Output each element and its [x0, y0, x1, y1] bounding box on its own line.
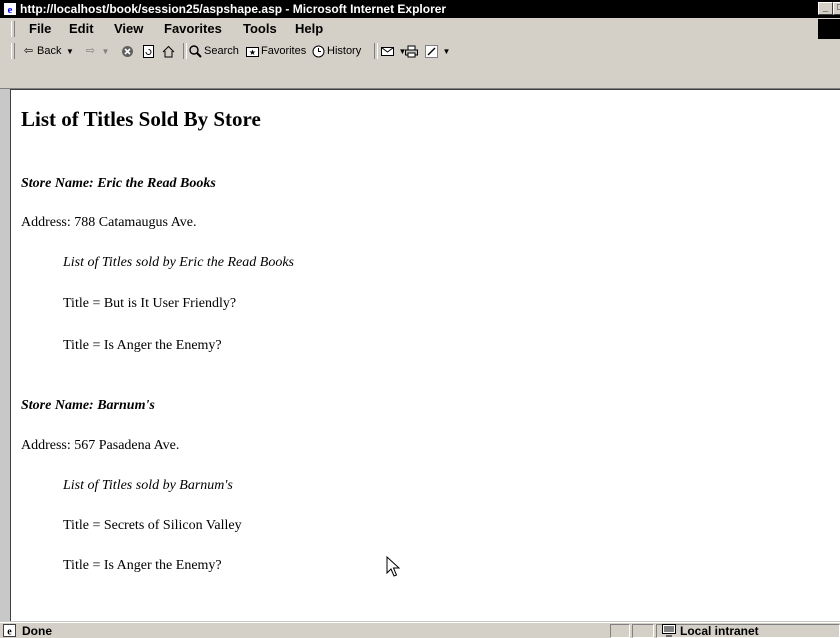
page-done-icon: e	[3, 624, 16, 637]
menu-help[interactable]: Help	[295, 21, 323, 37]
titles-list-label: List of Titles sold by Eric the Read Boo…	[63, 255, 294, 270]
maximize-button[interactable]: □	[833, 2, 840, 15]
history-button[interactable]: History	[312, 43, 361, 60]
menubar-grip[interactable]	[11, 21, 15, 37]
title-item: Title = But is It User Friendly?	[63, 296, 237, 311]
status-bar: e Done Local intranet	[0, 622, 840, 638]
menu-bar: File Edit View Favorites Tools Help	[0, 18, 840, 41]
menu-view[interactable]: View	[114, 21, 143, 37]
search-icon	[189, 45, 202, 58]
print-icon	[405, 45, 418, 58]
toolbar-separator	[183, 43, 187, 59]
back-arrow-icon: ⇦	[23, 45, 34, 57]
stop-button[interactable]	[121, 43, 134, 60]
ie-page-icon: e	[4, 3, 16, 16]
status-panel	[610, 624, 630, 638]
edit-icon	[425, 45, 438, 58]
title-item: Title = Is Anger the Enemy?	[63, 338, 222, 353]
forward-dropdown-icon[interactable]: ▼	[99, 45, 112, 58]
favorites-button-label: Favorites	[261, 45, 307, 57]
title-item: Title = Is Anger the Enemy?	[63, 558, 222, 573]
window-title: http://localhost/book/session25/aspshape…	[20, 2, 447, 16]
mail-icon	[381, 47, 394, 56]
window-title-bar[interactable]: e http://localhost/book/session25/aspsha…	[0, 0, 840, 18]
store-address: Address: 567 Pasadena Ave.	[21, 438, 180, 453]
stop-icon	[122, 46, 133, 57]
status-panel	[632, 624, 654, 638]
back-dropdown-icon[interactable]: ▼	[63, 45, 76, 58]
security-zone-label: Local intranet	[680, 624, 759, 638]
page-heading: List of Titles Sold By Store	[21, 107, 261, 131]
refresh-icon	[143, 45, 154, 58]
menu-tools[interactable]: Tools	[243, 21, 277, 37]
back-button[interactable]: ⇦ Back ▼	[22, 43, 76, 60]
history-button-label: History	[327, 45, 362, 57]
favorites-icon: ★	[246, 47, 259, 57]
store-address: Address: 788 Catamaugus Ave.	[21, 215, 197, 230]
search-button[interactable]: Search	[189, 43, 239, 60]
local-intranet-icon	[662, 624, 676, 637]
svg-text:★: ★	[249, 48, 256, 57]
standard-toolbar: ⇦ Back ▼ ⇨ ▼ Search ★ Favorites History …	[0, 40, 840, 89]
menu-favorites[interactable]: Favorites	[164, 21, 222, 37]
minimize-button[interactable]: _	[818, 2, 833, 15]
store-name: Store Name: Eric the Read Books	[21, 176, 216, 191]
menu-edit[interactable]: Edit	[69, 21, 94, 37]
toolbar-separator	[374, 43, 378, 59]
print-button[interactable]	[405, 43, 418, 60]
favorites-button[interactable]: ★ Favorites	[246, 43, 306, 60]
mouse-pointer-icon	[386, 556, 400, 577]
forward-button[interactable]: ⇨ ▼	[84, 43, 112, 60]
menu-file[interactable]: File	[29, 21, 51, 37]
store-name: Store Name: Barnum's	[21, 398, 155, 413]
home-icon	[162, 45, 175, 58]
status-text: Done	[22, 624, 52, 638]
title-item: Title = Secrets of Silicon Valley	[63, 518, 242, 533]
windows-logo-throbber	[818, 19, 840, 39]
edit-page-button[interactable]: ▼	[425, 43, 453, 60]
refresh-button[interactable]	[142, 43, 155, 60]
search-button-label: Search	[204, 45, 239, 57]
edit-dropdown-icon[interactable]: ▼	[440, 45, 453, 58]
toolbar-grip[interactable]	[11, 43, 15, 59]
back-button-label: Back	[37, 45, 62, 57]
page-content: List of Titles Sold By Store Store Name:…	[10, 89, 840, 621]
titles-list-label: List of Titles sold by Barnum's	[63, 478, 233, 493]
history-icon	[312, 45, 325, 58]
forward-arrow-icon: ⇨	[85, 45, 96, 57]
svg-text:e: e	[7, 627, 12, 638]
home-button[interactable]	[162, 43, 175, 60]
svg-text:e: e	[8, 4, 13, 16]
